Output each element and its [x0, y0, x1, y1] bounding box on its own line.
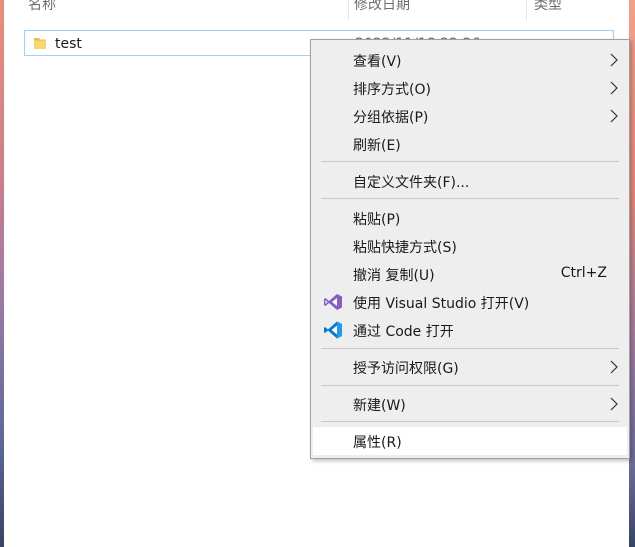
- menu-item-undo-copy[interactable]: 撤消 复制(U) Ctrl+Z: [313, 260, 627, 288]
- menu-item-label: 通过 Code 打开: [353, 324, 454, 340]
- menu-item-shortcut: Ctrl+Z: [560, 265, 607, 281]
- menu-item-paste[interactable]: 粘贴(P): [313, 204, 627, 232]
- chevron-right-icon: [610, 53, 618, 67]
- file-name: test: [55, 36, 82, 52]
- menu-separator: [321, 385, 619, 386]
- menu-item-customize-folder[interactable]: 自定义文件夹(F)...: [313, 167, 627, 195]
- menu-item-label: 使用 Visual Studio 打开(V): [353, 296, 530, 312]
- menu-item-properties[interactable]: 属性(R): [313, 427, 627, 455]
- menu-item-group-by[interactable]: 分组依据(P): [313, 102, 627, 130]
- column-header-modified[interactable]: 修改日期: [354, 0, 410, 18]
- menu-item-label: 自定义文件夹(F)...: [353, 175, 470, 191]
- menu-item-label: 粘贴快捷方式(S): [353, 240, 457, 256]
- menu-separator: [321, 421, 619, 422]
- menu-item-sort-by[interactable]: 排序方式(O): [313, 74, 627, 102]
- menu-item-label: 撤消 复制(U): [353, 268, 435, 284]
- chevron-right-icon: [610, 360, 618, 374]
- menu-item-new[interactable]: 新建(W): [313, 390, 627, 418]
- folder-icon: [34, 38, 46, 49]
- visual-studio-icon: [324, 294, 342, 310]
- menu-item-view[interactable]: 查看(V): [313, 46, 627, 74]
- menu-item-label: 查看(V): [353, 54, 402, 70]
- menu-separator: [321, 161, 619, 162]
- chevron-right-icon: [610, 397, 618, 411]
- column-header-type[interactable]: 类型: [534, 0, 562, 18]
- menu-item-label: 刷新(E): [353, 138, 401, 154]
- menu-item-refresh[interactable]: 刷新(E): [313, 130, 627, 158]
- menu-item-label: 新建(W): [353, 398, 406, 414]
- menu-item-label: 授予访问权限(G): [353, 361, 459, 377]
- menu-item-label: 分组依据(P): [353, 110, 429, 126]
- context-menu: 查看(V) 排序方式(O) 分组依据(P) 刷新(E) 自定义文件夹(F)...…: [310, 39, 630, 459]
- menu-item-paste-shortcut[interactable]: 粘贴快捷方式(S): [313, 232, 627, 260]
- menu-item-label: 粘贴(P): [353, 212, 401, 228]
- menu-item-open-with-code[interactable]: 通过 Code 打开: [313, 316, 627, 344]
- column-header-name[interactable]: 名称: [28, 0, 56, 18]
- menu-item-label: 排序方式(O): [353, 82, 431, 98]
- menu-item-give-access[interactable]: 授予访问权限(G): [313, 353, 627, 381]
- column-separator[interactable]: [526, 0, 527, 20]
- menu-separator: [321, 198, 619, 199]
- chevron-right-icon: [610, 81, 618, 95]
- column-header-bar: 名称 修改日期 类型: [4, 0, 629, 20]
- vscode-icon: [324, 321, 342, 339]
- menu-item-open-with-visual-studio[interactable]: 使用 Visual Studio 打开(V): [313, 288, 627, 316]
- chevron-right-icon: [610, 109, 618, 123]
- menu-item-label: 属性(R): [353, 435, 402, 451]
- column-separator[interactable]: [348, 0, 349, 20]
- menu-separator: [321, 348, 619, 349]
